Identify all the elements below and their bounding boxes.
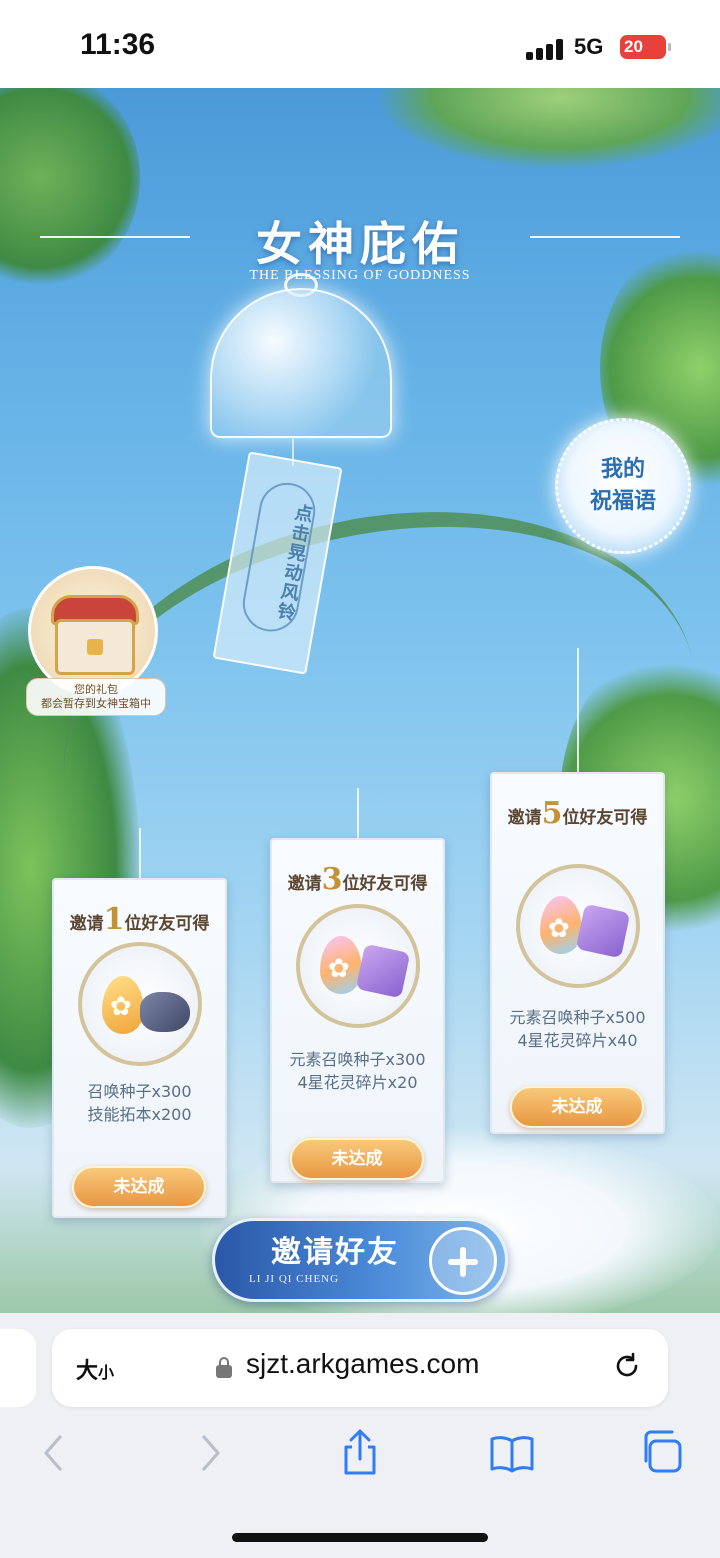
reward-medal: ✿ (296, 904, 420, 1028)
card-reward-text: 召唤种子x300 技能拓本x200 (87, 1082, 192, 1124)
card-title: 邀请5位好友可得 (507, 796, 648, 831)
reload-icon[interactable] (612, 1351, 642, 1381)
previous-tab-preview[interactable] (0, 1329, 36, 1407)
card-title: 邀请1位好友可得 (69, 902, 210, 937)
chest-lock-icon (87, 639, 103, 655)
card-hanger (139, 828, 141, 878)
reward-card-invite-5: 邀请5位好友可得 ✿ 元素召唤种子x500 4星花灵碎片x40 未达成 (490, 772, 665, 1134)
back-icon[interactable] (24, 1423, 84, 1483)
invite-friends-label: 邀请好友 (271, 1235, 399, 1270)
reward-card-invite-3: 邀请3位好友可得 ✿ 元素召唤种子x300 4星花灵碎片x20 未达成 (270, 838, 445, 1183)
plus-icon (429, 1227, 497, 1295)
card-title: 邀请3位好友可得 (287, 862, 428, 897)
bookmarks-icon[interactable] (482, 1423, 542, 1483)
share-icon[interactable] (330, 1423, 390, 1483)
battery-level: 20 (624, 37, 643, 56)
flower-shard-icon (575, 903, 631, 959)
event-title-banner: 女神庇佑 THE BLESSING OF GODDNESS (40, 208, 680, 298)
skill-tome-icon (140, 992, 190, 1032)
card-reward-text: 元素召唤种子x300 4星花灵碎片x20 (289, 1050, 426, 1092)
card-reward-text: 元素召唤种子x500 4星花灵碎片x40 (509, 1008, 646, 1050)
forward-icon[interactable] (180, 1423, 240, 1483)
game-canvas: 女神庇佑 THE BLESSING OF GODDNESS 点击晃动风铃 我的 … (0, 88, 720, 1313)
wind-chime-bell[interactable] (210, 288, 392, 438)
battery-icon: 20 (620, 35, 671, 59)
reward-medal: ✿ (78, 942, 202, 1066)
clover-icon: ✿ (548, 914, 570, 944)
browser-nav-row (0, 1423, 720, 1493)
signal-icon (526, 38, 564, 60)
network-type: 5G (574, 34, 604, 59)
reward-card-invite-1: 邀请1位好友可得 ✿ 召唤种子x300 技能拓本x200 未达成 (52, 878, 227, 1218)
home-indicator[interactable] (232, 1533, 488, 1542)
gift-caption: 您的礼包 都会暂存到女神宝箱中 (26, 678, 166, 716)
card-hanger (357, 788, 359, 840)
clover-icon: ✿ (110, 992, 132, 1022)
my-blessing-button[interactable]: 我的 祝福语 (555, 418, 691, 554)
foliage-decoration (380, 88, 720, 168)
browser-toolbar: 大小 sjzt.arkgames.com (0, 1313, 720, 1558)
goddess-treasure-chest-button[interactable] (28, 566, 158, 696)
status-not-achieved-button[interactable]: 未达成 (290, 1138, 424, 1180)
status-bar: 11:36 5G 20 (0, 0, 720, 88)
wind-chime-hint: 点击晃动风铃 (273, 501, 315, 624)
status-not-achieved-button[interactable]: 未达成 (72, 1166, 206, 1208)
card-hanger (577, 648, 579, 772)
tabs-icon[interactable] (634, 1423, 694, 1483)
url-text: sjzt.arkgames.com (246, 1348, 480, 1379)
my-blessing-label: 我的 祝福语 (589, 456, 656, 514)
gift-caption-line1: 您的礼包 (74, 683, 118, 696)
invite-friends-button[interactable]: 邀请好友 LI JI QI CHENG (212, 1218, 508, 1302)
gift-caption-line2: 都会暂存到女神宝箱中 (41, 697, 151, 710)
status-time: 11:36 (80, 28, 156, 61)
event-subtitle: THE BLESSING OF GODDNESS (249, 268, 471, 283)
flower-shard-icon (355, 943, 411, 999)
clover-icon: ✿ (328, 954, 350, 984)
event-title: 女神庇佑 (256, 217, 464, 271)
invite-friends-sub: LI JI QI CHENG (249, 1273, 340, 1285)
lock-icon (216, 1357, 232, 1378)
text-size-button[interactable]: 大小 (76, 1353, 114, 1385)
address-bar[interactable]: 大小 sjzt.arkgames.com (52, 1329, 668, 1407)
status-not-achieved-button[interactable]: 未达成 (510, 1086, 644, 1128)
reward-medal: ✿ (516, 864, 640, 988)
